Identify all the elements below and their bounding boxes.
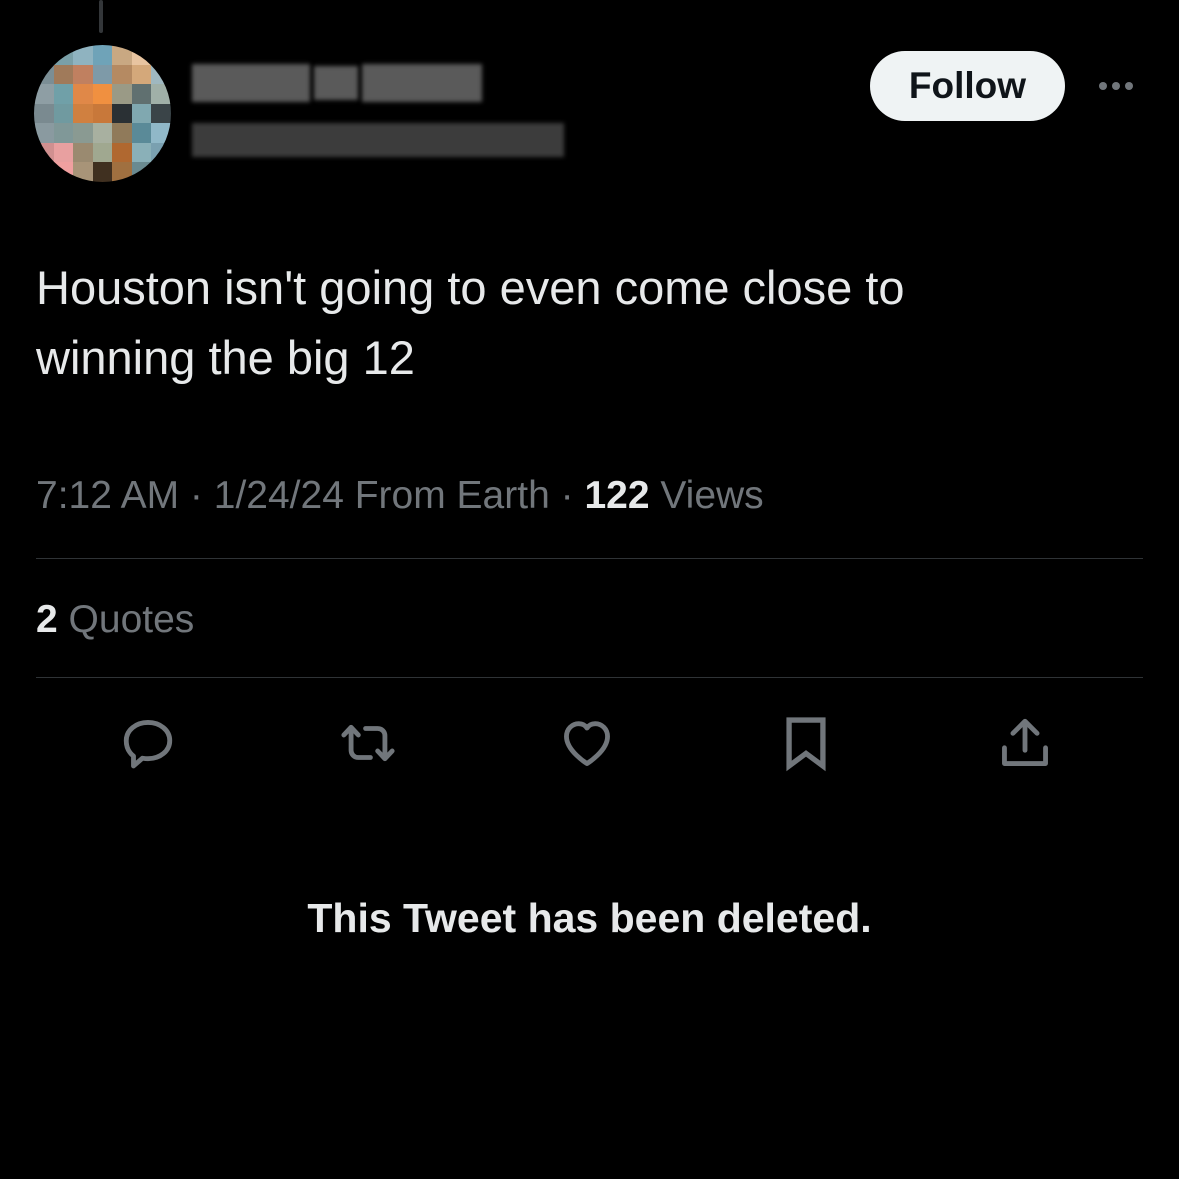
avatar[interactable] [34,45,171,182]
meta-separator: · [179,474,214,517]
bookmark-button[interactable] [776,712,836,774]
heart-icon [564,721,610,766]
more-options-icon[interactable] [1090,70,1142,102]
divider [36,677,1143,678]
tweet-text-line-2: winning the big 12 [36,331,415,384]
retweet-button[interactable] [338,712,398,774]
reply-button[interactable] [118,712,178,774]
views-label[interactable]: Views [650,474,763,517]
follow-button[interactable]: Follow [870,51,1065,121]
tweet-text-line-1: Houston isn't going to even come close t… [36,261,905,314]
deleted-tweet-notice: This Tweet has been deleted. [307,895,872,941]
tweet-text: Houston isn't going to even come close t… [36,253,1136,393]
like-button[interactable] [557,712,617,774]
tweet-date[interactable]: 1/24/24 [214,474,344,517]
tweet-time[interactable]: 7:12 AM [36,474,179,517]
divider [36,558,1143,559]
meta-separator: · [549,474,585,517]
retweet-icon [341,724,395,762]
share-icon [1002,718,1048,766]
quotes-stat[interactable]: 2 Quotes [36,594,194,646]
views-count[interactable]: 122 [584,474,649,517]
tweet-detail-page: Follow Houston isn't going to even come … [0,0,1179,1179]
tweet-metadata: 7:12 AM · 1/24/24 From Earth · 122 Views [36,470,764,522]
username-redacted[interactable] [192,120,564,160]
bookmark-icon [786,717,826,772]
quotes-label[interactable]: Quotes [58,598,195,641]
display-name-redacted[interactable] [192,62,482,104]
quotes-count[interactable]: 2 [36,598,58,641]
share-button[interactable] [995,712,1055,774]
tweet-source: From Earth [343,474,550,517]
thread-connector-line [99,0,103,33]
reply-icon [123,720,173,769]
